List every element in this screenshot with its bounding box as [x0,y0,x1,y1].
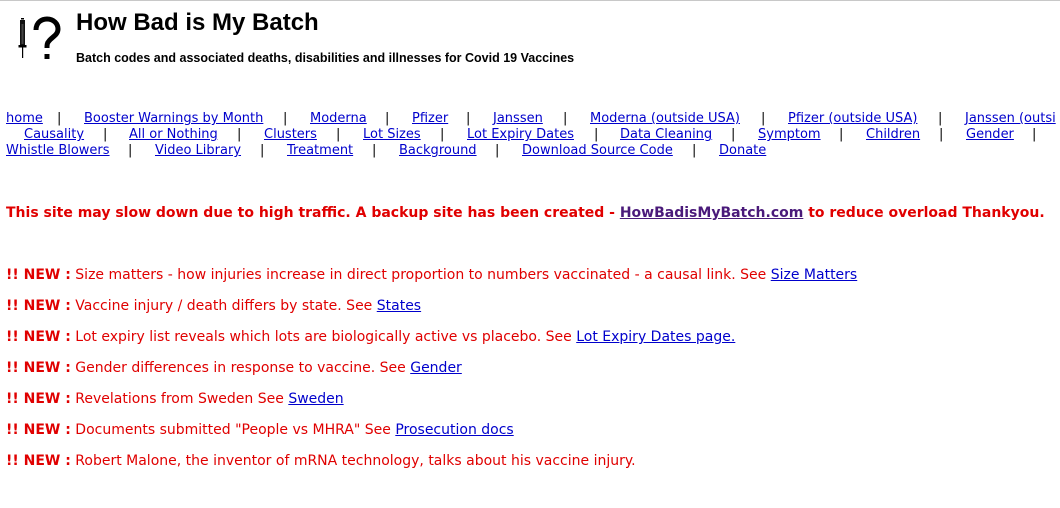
nav-link-home[interactable]: home [6,111,43,127]
nav-separator: | [466,111,471,126]
nav-link-treatment[interactable]: Treatment [287,143,353,159]
news-text: Gender differences in response to vaccin… [70,360,411,376]
syringe-question-icon [18,16,61,59]
new-tag: !! NEW : [6,453,71,469]
nav-link-background[interactable]: Background [399,143,477,159]
new-tag: !! NEW : [6,329,71,345]
new-tag: !! NEW : [6,298,71,314]
news-item: !! NEW : Gender differences in response … [6,360,857,391]
notice-text-after: to reduce overload Thankyou. [803,205,1045,221]
nav-link-pfizer-outside-usa[interactable]: Pfizer (outside USA) [788,111,917,127]
news-link-gender[interactable]: Gender [410,360,462,376]
nav-row-3: Whistle Blowers | Video Library | Treatm… [0,143,1060,159]
nav-separator: | [731,127,736,142]
new-tag: !! NEW : [6,267,71,283]
news-item: !! NEW : Revelations from Sweden See Swe… [6,391,857,422]
nav-separator: | [237,127,242,142]
news-list: !! NEW : Size matters - how injuries inc… [6,267,857,484]
main-navigation: home | Booster Warnings by Month | Moder… [0,111,1060,159]
nav-separator: | [283,111,288,126]
backup-site-link[interactable]: HowBadisMyBatch.com [620,205,804,221]
news-text: Revelations from Sweden See [70,391,289,407]
nav-separator: | [260,143,265,158]
nav-separator: | [372,143,377,158]
nav-link-janssen[interactable]: Janssen [493,111,543,127]
nav-link-video-library[interactable]: Video Library [155,143,241,159]
nav-separator: | [594,127,599,142]
site-header: How Bad is My Batch Batch codes and asso… [0,0,1060,80]
nav-link-lot-sizes[interactable]: Lot Sizes [363,127,421,143]
new-tag: !! NEW : [6,360,71,376]
nav-link-moderna-outside-usa[interactable]: Moderna (outside USA) [590,111,740,127]
nav-separator: | [440,127,445,142]
nav-link-lot-expiry-dates[interactable]: Lot Expiry Dates [467,127,574,143]
nav-link-clusters[interactable]: Clusters [264,127,317,143]
news-item: !! NEW : Robert Malone, the inventor of … [6,453,857,484]
news-text: Lot expiry list reveals which lots are b… [70,329,577,345]
nav-separator: | [761,111,766,126]
nav-link-data-cleaning[interactable]: Data Cleaning [620,127,712,143]
new-tag: !! NEW : [6,422,71,438]
news-text: Documents submitted "People vs MHRA" See [70,422,396,438]
nav-link-children[interactable]: Children [866,127,920,143]
nav-link-gender[interactable]: Gender [966,127,1014,143]
traffic-notice: This site may slow down due to high traf… [6,205,1045,221]
nav-separator: | [336,127,341,142]
news-text: Robert Malone, the inventor of mRNA tech… [70,453,636,469]
nav-link-download-source-code[interactable]: Download Source Code [522,143,673,159]
news-text: Vaccine injury / death differs by state.… [70,298,377,314]
nav-link-all-or-nothing[interactable]: All or Nothing [129,127,218,143]
news-item: !! NEW : Documents submitted "People vs … [6,422,857,453]
site-subtitle: Batch codes and associated deaths, disab… [76,51,575,65]
news-item: !! NEW : Lot expiry list reveals which l… [6,329,857,360]
news-link-states[interactable]: States [377,298,421,314]
nav-link-causality[interactable]: Causality [24,127,84,143]
nav-link-symptom[interactable]: Symptom [758,127,821,143]
nav-separator: | [692,143,697,158]
nav-separator: | [103,127,108,142]
news-item: !! NEW : Size matters - how injuries inc… [6,267,857,298]
nav-row-1: home | Booster Warnings by Month | Moder… [0,111,1060,127]
nav-link-booster-warnings[interactable]: Booster Warnings by Month [84,111,263,127]
nav-link-donate[interactable]: Donate [719,143,766,159]
news-text: Size matters - how injuries increase in … [70,267,771,283]
news-link-size-matters[interactable]: Size Matters [771,267,858,283]
news-link-sweden[interactable]: Sweden [288,391,343,407]
notice-text-before: This site may slow down due to high traf… [6,205,620,221]
site-title: How Bad is My Batch [76,9,319,36]
new-tag: !! NEW : [6,391,71,407]
nav-link-moderna[interactable]: Moderna [310,111,367,127]
nav-separator: | [839,127,844,142]
nav-row-2: Causality | All or Nothing | Clusters | … [0,127,1060,143]
nav-link-whistle-blowers[interactable]: Whistle Blowers [6,143,110,159]
nav-link-pfizer[interactable]: Pfizer [412,111,448,127]
news-item: !! NEW : Vaccine injury / death differs … [6,298,857,329]
news-link-prosecution-docs[interactable]: Prosecution docs [395,422,513,438]
nav-separator: | [128,143,133,158]
nav-separator: | [1032,127,1037,142]
nav-separator: | [563,111,568,126]
nav-separator: | [938,111,943,126]
nav-link-janssen-outside-usa[interactable]: Janssen (outsi [965,111,1056,127]
nav-separator: | [57,111,62,126]
news-link-lot-expiry-dates[interactable]: Lot Expiry Dates page. [576,329,735,345]
nav-separator: | [495,143,500,158]
nav-separator: | [939,127,944,142]
nav-separator: | [385,111,390,126]
